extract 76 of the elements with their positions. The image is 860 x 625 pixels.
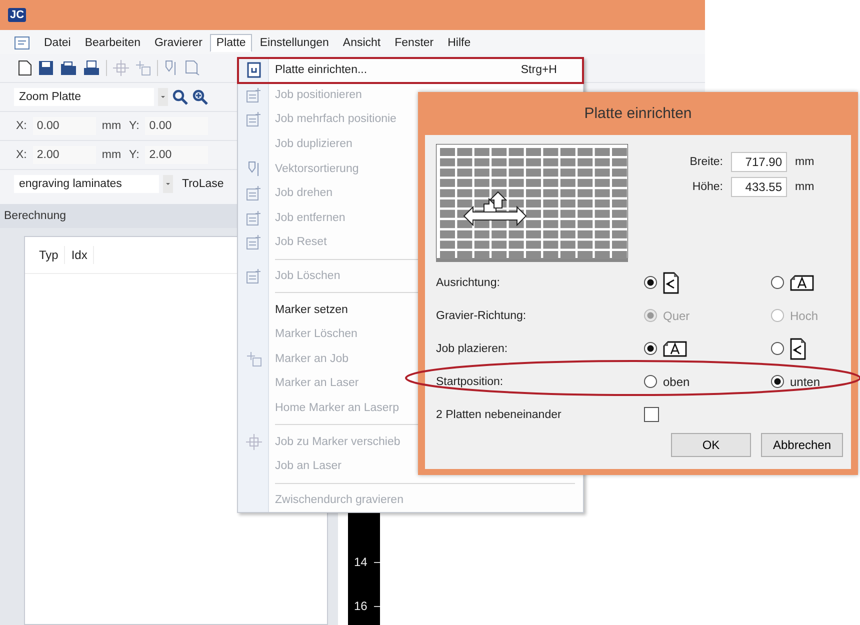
- column-header[interactable]: Idx: [65, 246, 94, 264]
- y-field[interactable]: 2.00: [145, 146, 208, 164]
- menu-item[interactable]: Bearbeiten: [78, 34, 146, 52]
- size-field[interactable]: 433.55: [731, 177, 787, 197]
- ruler-label: 14: [353, 555, 368, 569]
- radio-button[interactable]: [644, 342, 657, 355]
- menu-item[interactable]: Datei: [38, 34, 77, 52]
- document-icon: [246, 268, 262, 284]
- x-field[interactable]: 0.00: [32, 117, 96, 135]
- document-icon: [246, 86, 262, 103]
- field-label: Job plazieren:: [436, 342, 509, 356]
- menu-item[interactable]: Platte einrichten... Strg+H: [238, 58, 583, 83]
- field-label: 2 Platten nebeneinander: [436, 408, 562, 422]
- field-label: Startposition:: [436, 374, 504, 390]
- column-header[interactable]: Typ: [33, 246, 66, 264]
- size-label: Breite:: [688, 156, 723, 168]
- pen-icon[interactable]: [164, 60, 178, 76]
- menu-item[interactable]: Ansicht: [336, 34, 387, 52]
- document-icon: [246, 185, 262, 202]
- unit-label: mm: [100, 149, 122, 161]
- y-label: Y:: [128, 120, 140, 132]
- document-icon[interactable]: [14, 36, 30, 50]
- document-icon: [246, 111, 262, 128]
- folder-icon[interactable]: [60, 60, 77, 76]
- panel-title: Berechnung: [4, 210, 66, 222]
- option-label: Quer: [663, 308, 690, 322]
- new-file-icon[interactable]: [18, 60, 32, 76]
- pen-icon: [246, 160, 260, 177]
- field-label: Gravier-Richtung:: [436, 308, 528, 324]
- option-label: unten: [790, 374, 820, 388]
- ruler-label: 16: [353, 599, 368, 613]
- option-label: oben: [663, 374, 690, 388]
- dialog-button[interactable]: Abbrechen: [761, 433, 843, 457]
- size-label: Höhe:: [691, 181, 723, 193]
- checkbox[interactable]: [644, 407, 659, 422]
- dialog-button[interactable]: OK: [671, 433, 751, 457]
- option-label: Hoch: [790, 308, 818, 322]
- printer-icon[interactable]: [83, 60, 100, 76]
- x-label: X:: [15, 149, 28, 161]
- field-label: Ausrichtung:: [436, 276, 501, 290]
- dialog-title: Platte einrichten: [584, 105, 692, 122]
- unit-label: mm: [100, 120, 122, 132]
- radio-button[interactable]: [644, 375, 657, 388]
- unit-label: mm: [795, 156, 814, 168]
- marker-icon[interactable]: [135, 60, 151, 76]
- marker-icon: [246, 350, 262, 367]
- menu-item[interactable]: Einstellungen: [254, 34, 335, 52]
- crosshair-icon: [246, 434, 262, 450]
- document-icon: [246, 234, 262, 250]
- landscape-page-icon: [790, 274, 814, 290]
- zoom-dropdown[interactable]: Zoom Platte: [14, 88, 154, 106]
- document-icon: [246, 210, 262, 226]
- zoom-in-icon[interactable]: [192, 89, 208, 105]
- x-label: X:: [15, 120, 28, 132]
- save-icon[interactable]: [38, 60, 54, 76]
- landscape-page-icon: [663, 340, 687, 356]
- laser-dropdown[interactable]: TroLase: [177, 175, 229, 193]
- radio-button[interactable]: [771, 375, 784, 388]
- document-icon: [246, 62, 260, 78]
- x-field[interactable]: 2.00: [32, 146, 96, 164]
- radio-button[interactable]: [771, 276, 784, 289]
- size-field[interactable]: 717.90: [731, 152, 787, 172]
- portrait-page-icon: [790, 338, 806, 360]
- menu-item[interactable]: Hilfe: [442, 34, 477, 52]
- material-dropdown[interactable]: engraving laminates: [14, 175, 159, 193]
- portrait-page-icon: [663, 272, 679, 294]
- radio-button[interactable]: [771, 342, 784, 355]
- y-field[interactable]: 0.00: [145, 117, 208, 135]
- radio-button[interactable]: [644, 276, 657, 289]
- app-logo: JC: [8, 8, 26, 22]
- y-label: Y:: [128, 149, 140, 161]
- menu-item[interactable]: Platte: [210, 34, 252, 52]
- search-icon[interactable]: [172, 89, 188, 105]
- unit-label: mm: [795, 181, 814, 193]
- menu-item[interactable]: Fenster: [388, 34, 440, 52]
- menu-item[interactable]: Gravierer: [148, 34, 208, 52]
